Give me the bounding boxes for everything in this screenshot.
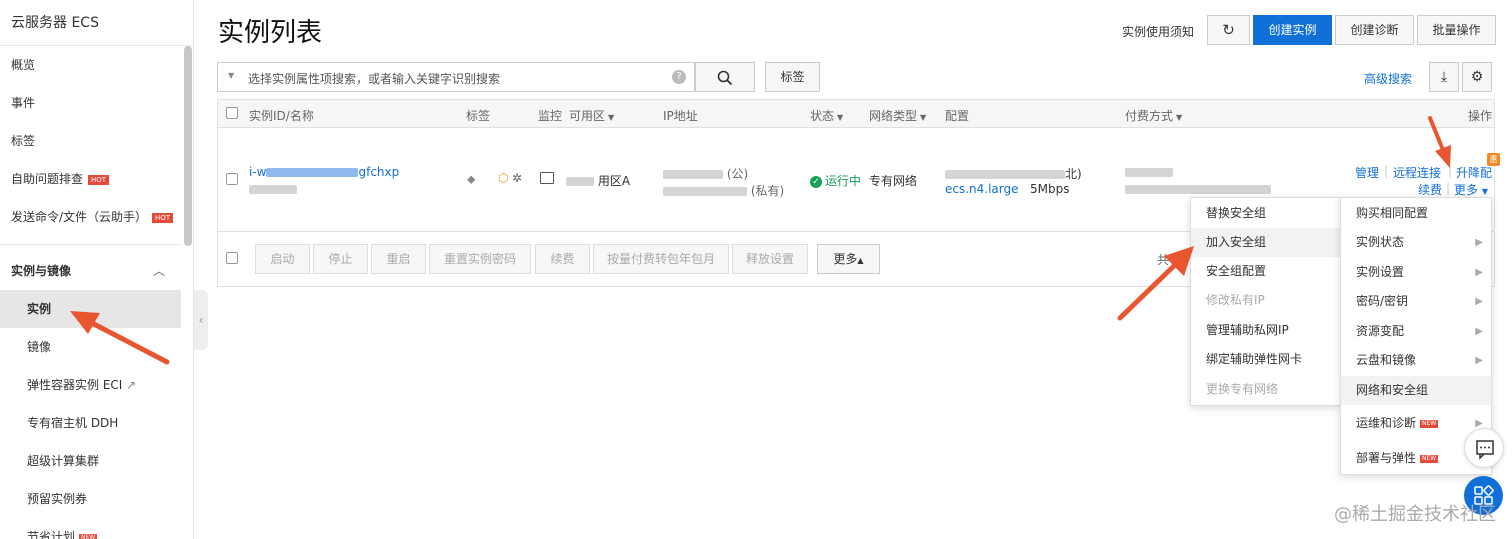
arrow-to-upgrade	[1428, 116, 1451, 168]
annotation-arrows	[70, 116, 1451, 365]
watermark: @稀土掘金技术社区	[1334, 504, 1496, 525]
arrow-to-join-security-group	[1117, 246, 1194, 321]
arrow-to-instances	[70, 311, 170, 365]
